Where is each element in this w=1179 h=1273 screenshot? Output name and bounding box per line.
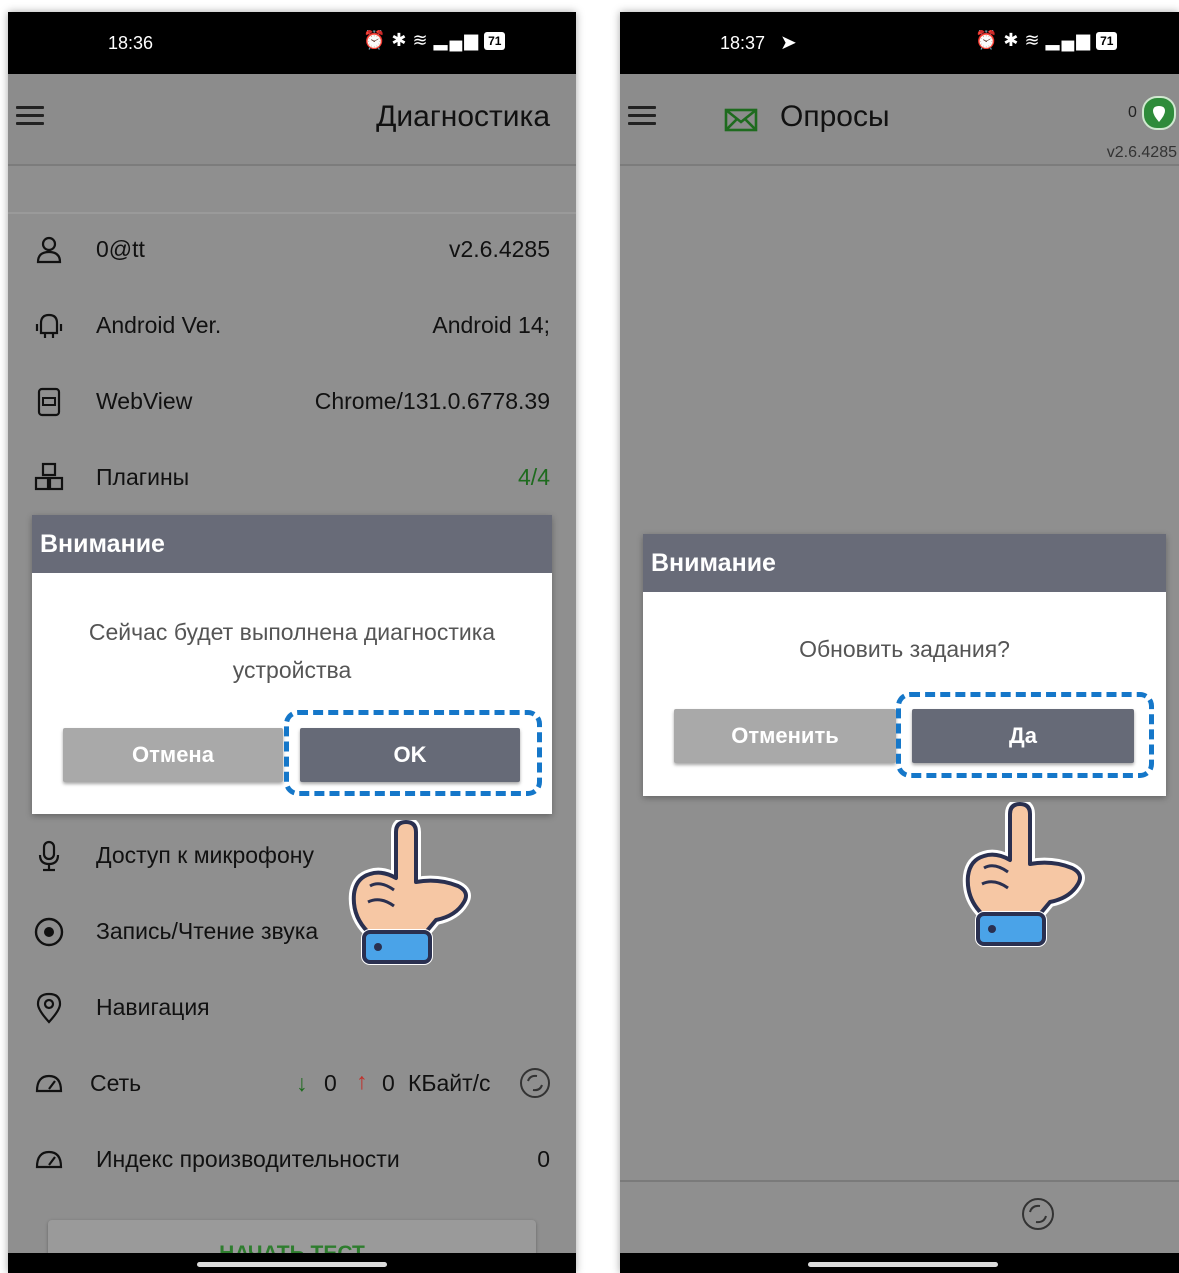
signal-icon: ▂▄▆	[1045, 30, 1093, 50]
network-unit: КБайт/с	[408, 1070, 491, 1096]
app-bar: Диагностика	[8, 74, 576, 166]
record-icon	[34, 917, 64, 947]
menu-icon[interactable]	[628, 106, 656, 128]
page-title: Опросы	[780, 100, 890, 133]
row-value: 4/4	[518, 464, 550, 490]
navigation-bar	[8, 1253, 576, 1273]
divider	[8, 212, 576, 214]
row-label: 0@tt	[96, 236, 145, 262]
dialog-message: Обновить задания?	[799, 636, 1010, 662]
row-value: v2.6.4285	[448, 236, 550, 262]
location-pin-icon	[36, 992, 62, 1024]
list-item-webview: WebView Chrome/131.0.6778.39	[8, 382, 576, 422]
divider	[620, 1180, 1179, 1182]
row-value: Chrome/131.0.6778.39	[314, 388, 550, 414]
home-indicator[interactable]	[197, 1262, 387, 1267]
list-item-network: Сеть ↓ 0 ↑ 0 КБайт/с	[8, 1064, 576, 1104]
row-value: Android 14;	[432, 312, 550, 338]
plugins-icon	[34, 462, 64, 491]
list-item-performance: Индекс производительности 0	[8, 1140, 576, 1180]
dialog-title: Внимание	[32, 515, 552, 573]
list-item-plugins: Плагины 4/4	[8, 458, 576, 498]
row-label: Сеть	[90, 1070, 142, 1096]
menu-icon[interactable]	[16, 106, 44, 128]
status-time: 18:36	[108, 33, 154, 53]
dialog-message-line: Сейчас будет выполнена диагностика	[88, 619, 496, 645]
list-item-microphone: Доступ к микрофону	[8, 836, 576, 876]
list-item-android: Android Ver. Android 14;	[8, 306, 576, 346]
list-item-navigation: Навигация	[8, 988, 576, 1028]
row-label: Запись/Чтение звука	[96, 918, 319, 944]
battery-icon: 71	[484, 31, 506, 50]
signal-icon: ▂▄▆	[433, 30, 481, 50]
page-title: Диагностика	[376, 100, 550, 133]
row-label: Плагины	[96, 464, 190, 490]
battery-icon: 71	[1096, 31, 1118, 50]
row-label: WebView	[96, 388, 193, 414]
webview-icon	[37, 387, 61, 417]
bluetooth-icon: ✱	[391, 30, 409, 50]
dialog-title: Внимание	[643, 534, 1166, 592]
row-label: Индекс производительности	[96, 1146, 400, 1172]
upload-value: 0	[382, 1070, 395, 1096]
location-status-icon[interactable]	[1142, 96, 1176, 130]
highlight-frame	[896, 692, 1154, 778]
status-bar: 18:36 ⏰ ✱ ≋ ▂▄▆ 71	[8, 12, 576, 74]
list-item-user: 0@tt v2.6.4285	[8, 230, 576, 270]
microphone-icon	[38, 840, 60, 872]
row-value: 0	[537, 1146, 550, 1172]
download-arrow-icon: ↓	[296, 1070, 308, 1096]
app-version: v2.6.4285	[1106, 144, 1177, 161]
badge-count: 0	[1128, 104, 1137, 121]
bluetooth-icon: ✱	[1003, 30, 1021, 50]
speedometer-icon	[35, 1150, 63, 1169]
wifi-icon: ≋	[412, 30, 430, 50]
app-bar: Опросы 0 v2.6.4285	[620, 74, 1179, 166]
user-icon	[36, 236, 62, 264]
row-label: Android Ver.	[96, 312, 222, 338]
dialog-message-line: устройства	[232, 657, 352, 683]
pointing-hand-icon	[962, 802, 1085, 947]
alarm-icon: ⏰	[975, 30, 1000, 50]
alarm-icon: ⏰	[363, 30, 388, 50]
cancel-button[interactable]: Отменить	[674, 709, 896, 763]
navigation-bar	[620, 1253, 1179, 1273]
android-icon	[35, 313, 63, 338]
dialog-message: Сейчас будет выполнена диагностика устро…	[32, 613, 552, 689]
envelope-icon	[724, 108, 758, 132]
upload-arrow-icon: ↑	[356, 1068, 368, 1094]
phone-screen-surveys: 18:37 ➤ ⏰ ✱ ≋ ▂▄▆ 71 Опросы 0 v2.6.4285 …	[620, 12, 1179, 1273]
speedometer-icon	[35, 1074, 63, 1093]
download-value: 0	[324, 1070, 337, 1096]
status-icons: ⏰ ✱ ≋ ▂▄▆ 71	[363, 30, 506, 51]
list-item-audio: Запись/Чтение звука	[8, 912, 576, 952]
highlight-frame	[284, 710, 542, 796]
wifi-icon: ≋	[1024, 30, 1042, 50]
telegram-icon: ➤	[780, 32, 797, 54]
status-bar: 18:37 ➤ ⏰ ✱ ≋ ▂▄▆ 71	[620, 12, 1179, 74]
refresh-icon[interactable]	[1020, 1196, 1056, 1232]
phone-screen-diagnostics: 18:36 ⏰ ✱ ≋ ▂▄▆ 71 Диагностика 0@tt v2.6…	[8, 12, 576, 1273]
home-indicator[interactable]	[808, 1262, 998, 1267]
cancel-button[interactable]: Отмена	[63, 728, 283, 782]
row-label: Доступ к микрофону	[96, 842, 314, 868]
status-time: 18:37	[720, 33, 766, 53]
row-label: Навигация	[96, 994, 210, 1020]
refresh-icon[interactable]	[518, 1066, 552, 1100]
pointing-hand-icon	[348, 820, 471, 965]
status-icons: ⏰ ✱ ≋ ▂▄▆ 71	[975, 30, 1118, 51]
